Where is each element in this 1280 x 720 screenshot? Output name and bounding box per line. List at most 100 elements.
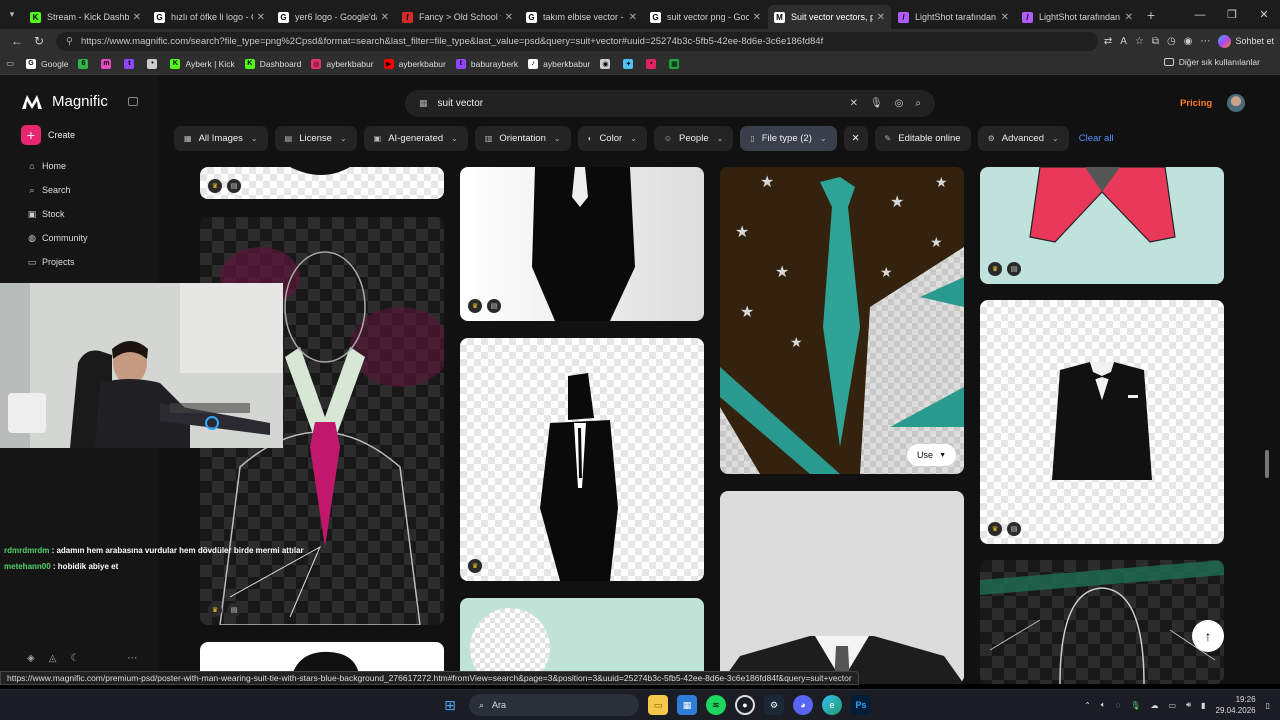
tab[interactable]: Ghızlı of öfke li logo - Google ✕	[148, 5, 271, 29]
close-tab-icon[interactable]: ✕	[257, 12, 265, 23]
close-tab-icon[interactable]: ✕	[505, 12, 513, 23]
bookmark-item[interactable]: K Ayberk | Kick	[170, 58, 235, 69]
bookmark-item[interactable]: m	[101, 58, 116, 69]
filter-ai[interactable]: ▣ AI-generated ⌄	[363, 125, 468, 151]
network-icon[interactable]: ◌	[1116, 701, 1121, 710]
battery-icon[interactable]: ▮	[1201, 701, 1205, 710]
more-icon[interactable]: ⋯	[127, 653, 137, 664]
close-tab-icon[interactable]: ✕	[629, 12, 637, 23]
tab[interactable]: Gsuit vector png - Google'da ✕	[644, 5, 767, 29]
other-bookmarks[interactable]: Diğer sık kullanılanlar	[1163, 57, 1260, 67]
sidebar-item-community[interactable]: ◍ Community	[27, 233, 87, 244]
bookmark-item[interactable]: ▶ ayberkbabur	[383, 58, 446, 69]
bookmark-item[interactable]: ♪ ayberkbabur	[528, 58, 590, 69]
reload-icon[interactable]: ↻	[28, 34, 50, 48]
speaker-icon[interactable]: 🔈︎	[1101, 700, 1106, 710]
scroll-to-top-button[interactable]: ↑	[1192, 620, 1224, 652]
tab-menu-icon[interactable]: ▾	[0, 3, 24, 27]
back-icon[interactable]: ←	[6, 34, 28, 48]
search-submit-icon[interactable]: ⌕	[915, 98, 921, 109]
pricing-link[interactable]: Pricing	[1180, 98, 1212, 109]
bookmark-item[interactable]: G Google	[26, 58, 68, 69]
tab[interactable]: f Fancy > Old School fonts ✕	[396, 5, 519, 29]
volume-icon[interactable]: 🔊︎	[1186, 700, 1191, 710]
filter-file[interactable]: ▯ File type (2) ⌄	[740, 125, 837, 151]
layers-icon[interactable]: ◈	[27, 653, 35, 664]
result-card[interactable]	[720, 491, 964, 684]
theme-moon-icon[interactable]: ☾	[70, 653, 79, 664]
history-icon[interactable]: ◷	[1167, 36, 1176, 47]
taskbar-search[interactable]: ⌕ Ara	[469, 694, 639, 716]
sidebar-toggle-icon[interactable]: ▭	[6, 58, 14, 69]
close-tab-icon[interactable]: ✕	[381, 12, 389, 23]
filter-license[interactable]: ▤ License ⌄	[274, 125, 357, 151]
new-tab-button[interactable]: +	[1140, 7, 1162, 23]
read-aloud-icon[interactable]: A	[1120, 36, 1127, 47]
file-explorer-icon[interactable]: ▭	[648, 695, 668, 715]
search-input[interactable]: suit vector	[438, 98, 838, 109]
tab[interactable]: Gyer6 logo - Google'da Ara ✕	[272, 5, 395, 29]
clear-all-link[interactable]: Clear all	[1079, 133, 1114, 144]
scrollbar-thumb[interactable]	[1265, 450, 1269, 478]
result-card[interactable]: ♛ ▤	[980, 300, 1224, 544]
site-info-icon[interactable]: ⚲	[66, 36, 73, 47]
sidebar-item-stock[interactable]: ▣ Stock	[27, 209, 65, 220]
steam-icon[interactable]: ⚙	[764, 695, 784, 715]
bookmark-item[interactable]: t baburayberk	[455, 58, 518, 69]
sidebar-item-projects[interactable]: ▭ Projects	[27, 257, 75, 268]
store-icon[interactable]: ▦	[677, 695, 697, 715]
filter-people[interactable]: ☺ People ⌄	[653, 125, 734, 151]
result-card[interactable]: ★ ★ ★ ★ ★ ★ ★ ★ ★ Use ▼	[720, 167, 964, 474]
bookmark-item[interactable]: K Dashboard	[244, 58, 301, 69]
translate-icon[interactable]: ⇄	[1104, 36, 1112, 47]
filter-advanced[interactable]: ⚙ Advanced ⌄	[977, 125, 1069, 151]
minimize-icon[interactable]: —	[1184, 9, 1216, 21]
windows-start-icon[interactable]: ⊞	[440, 695, 460, 715]
avatar[interactable]	[1227, 94, 1245, 112]
bell-icon[interactable]: ◬	[49, 653, 57, 664]
photoshop-icon[interactable]: Ps	[851, 695, 871, 715]
magnific-logo[interactable]: Magnific	[22, 93, 108, 110]
close-tab-icon[interactable]: ✕	[753, 12, 761, 23]
search-bar[interactable]: ▦ suit vector ✕ 🎙︎ ◎ ⌕	[405, 90, 935, 117]
tab[interactable]: K Stream - Kick Dashboard ✕	[24, 5, 147, 29]
restore-icon[interactable]: ❐	[1216, 8, 1248, 21]
profile-icon[interactable]: ◉	[1184, 36, 1193, 47]
close-tab-icon[interactable]: ✕	[1125, 12, 1133, 23]
microphone-tray-icon[interactable]: 🎙︎	[1130, 701, 1140, 710]
edge-icon[interactable]: e	[822, 695, 842, 715]
tab[interactable]: M Suit vector vectors, photos ✕	[768, 5, 891, 29]
copilot-button[interactable]: Sohbet et	[1218, 34, 1274, 48]
result-card[interactable]: ♛ ▤	[200, 167, 444, 199]
bookmark-item[interactable]: ✦	[623, 58, 638, 69]
close-tab-icon[interactable]: ✕	[1001, 12, 1009, 23]
display-icon[interactable]: ▭	[1169, 701, 1177, 710]
close-tab-icon[interactable]: ✕	[133, 12, 141, 23]
notification-icon[interactable]: ▯	[1266, 701, 1270, 710]
use-button[interactable]: Use ▼	[907, 444, 956, 466]
tab[interactable]: / LightShot tarafından Ekran ✕	[1016, 5, 1139, 29]
clear-search-icon[interactable]: ✕	[850, 98, 858, 109]
result-card[interactable]: ♛ ▤	[980, 167, 1224, 284]
bookmark-item[interactable]: 6	[78, 58, 93, 69]
camera-search-icon[interactable]: ◎	[895, 98, 904, 109]
tray-chevron-icon[interactable]: ⌃	[1084, 701, 1091, 710]
extensions-icon[interactable]: ⧉	[1152, 36, 1159, 47]
bookmark-item[interactable]: t	[124, 58, 139, 69]
favorite-star-icon[interactable]: ☆	[1135, 36, 1144, 47]
filter-pencil[interactable]: ✎ Editable online	[874, 125, 971, 151]
close-window-icon[interactable]: ✕	[1248, 8, 1280, 21]
bookmark-item[interactable]: ◎ ayberkbabur	[311, 58, 374, 69]
bookmark-item[interactable]: ▪	[646, 58, 661, 69]
microphone-icon[interactable]: 🎙︎	[870, 98, 883, 109]
tab[interactable]: / LightShot tarafından Ekran ✕	[892, 5, 1015, 29]
discord-icon[interactable]: ◕	[793, 695, 813, 715]
sidebar-item-home[interactable]: ⌂ Home	[27, 161, 66, 171]
onedrive-icon[interactable]: ☁	[1151, 701, 1159, 710]
remove-file-type-filter-button[interactable]: ✕	[843, 125, 868, 151]
filter-grid[interactable]: ▦ All Images ⌄	[174, 125, 268, 151]
filter-color[interactable]: ◐ Color ⌄	[577, 125, 647, 151]
spotify-icon[interactable]: ≋	[706, 695, 726, 715]
obs-icon[interactable]: ●	[735, 695, 755, 715]
more-menu-icon[interactable]: ⋯	[1200, 36, 1210, 47]
